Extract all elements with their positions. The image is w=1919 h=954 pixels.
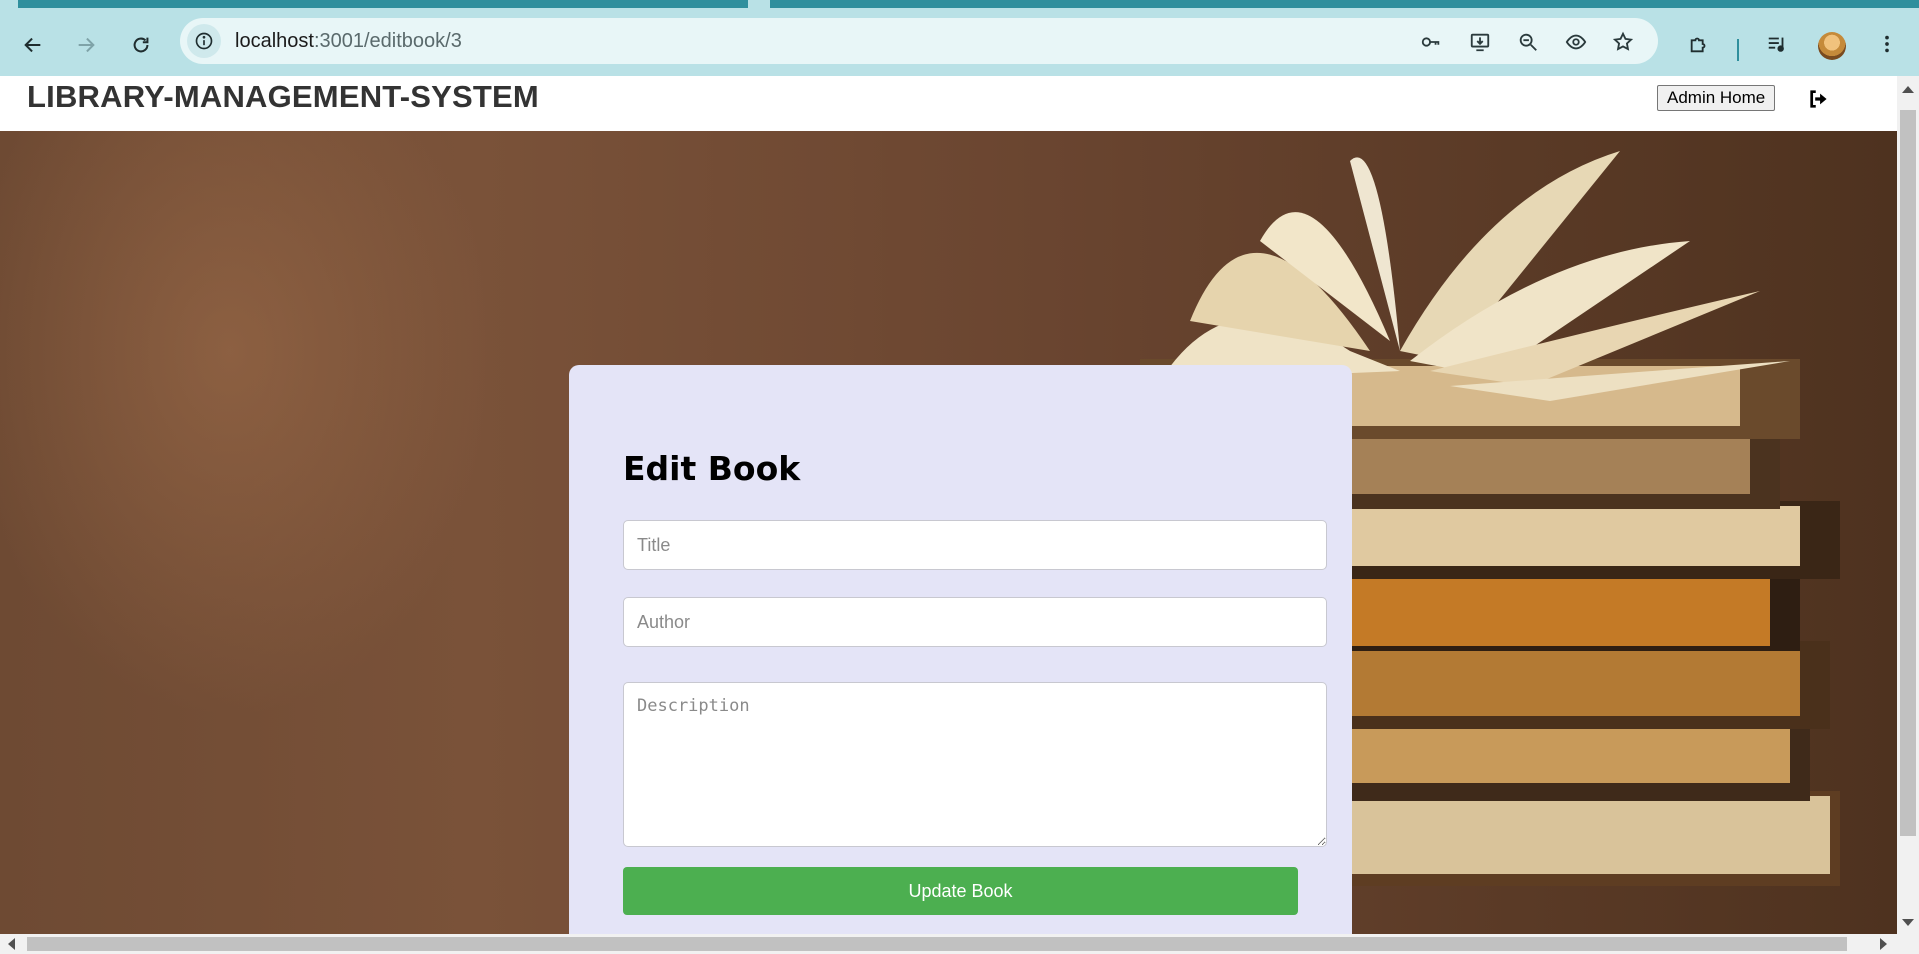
install-icon[interactable] [1467,29,1493,55]
admin-home-button[interactable]: Admin Home [1657,85,1776,111]
kebab-menu-icon[interactable] [1871,28,1903,60]
zoom-out-icon[interactable] [1515,29,1541,55]
key-icon[interactable] [1418,29,1444,55]
browser-toolbar: localhost:3001/editbook/3 [0,8,1919,76]
title-input[interactable] [623,520,1327,570]
description-textarea[interactable] [623,682,1327,847]
scroll-down-arrow-icon[interactable] [1902,919,1914,926]
update-book-button[interactable]: Update Book [623,867,1298,915]
media-control-icon[interactable] [1761,28,1793,60]
profile-avatar[interactable] [1818,32,1846,60]
toolbar-divider [1737,39,1739,61]
url-host: localhost [235,30,314,52]
horizontal-scroll-thumb[interactable] [27,937,1847,951]
hero-background: Edit Book Update Book [0,131,1897,934]
tab-strip-band-left [18,0,748,8]
scroll-right-arrow-icon[interactable] [1880,938,1887,950]
tab-strip [0,0,1919,8]
star-icon[interactable] [1610,29,1636,55]
scroll-up-arrow-icon[interactable] [1902,86,1914,93]
horizontal-scrollbar[interactable] [0,934,1919,954]
edit-book-card: Edit Book Update Book [569,365,1352,934]
sign-out-icon[interactable] [1806,86,1832,112]
address-bar[interactable]: localhost:3001/editbook/3 [180,18,1658,64]
app-brand: LIBRARY-MANAGEMENT-SYSTEM [27,79,539,114]
page-title: Edit Book [623,449,801,488]
url-path: :3001/editbook/3 [313,30,462,52]
eye-icon[interactable] [1563,29,1589,55]
page-viewport: LIBRARY-MANAGEMENT-SYSTEM Admin Home Edi… [0,76,1897,934]
forward-arrow-icon[interactable] [69,28,103,62]
author-input[interactable] [623,597,1327,647]
url-text[interactable]: localhost:3001/editbook/3 [235,30,462,53]
puzzle-icon[interactable] [1683,28,1715,60]
vertical-scrollbar[interactable] [1897,76,1919,934]
reload-icon[interactable] [124,28,158,62]
app-navbar: LIBRARY-MANAGEMENT-SYSTEM Admin Home [0,76,1897,131]
vertical-scroll-thumb[interactable] [1900,110,1916,836]
tab-strip-band-right [770,0,1919,8]
scroll-left-arrow-icon[interactable] [8,938,15,950]
info-icon[interactable] [187,24,221,58]
back-arrow-icon[interactable] [16,28,50,62]
